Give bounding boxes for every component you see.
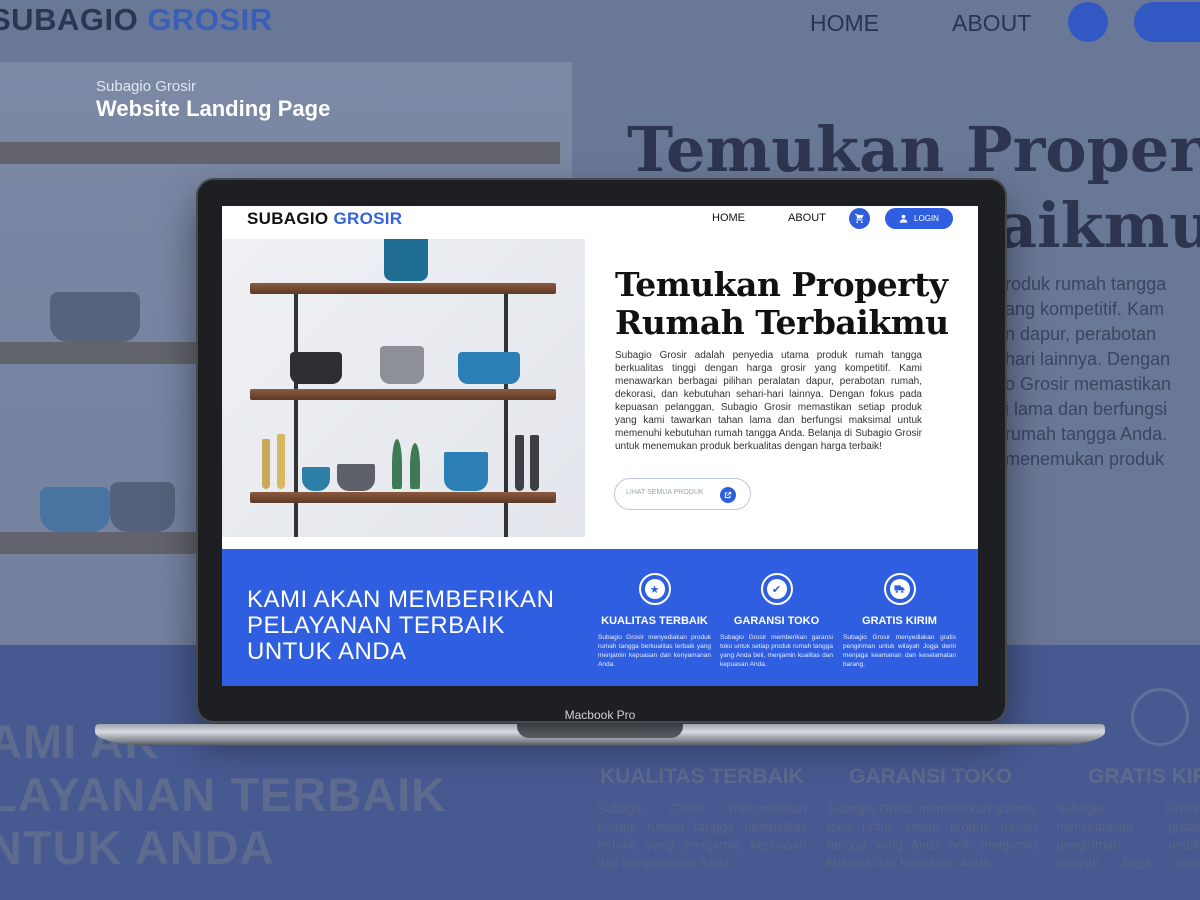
laptop-screen: SUBAGIO GROSIR HOME ABOUT LOGIN Temukan … (222, 206, 978, 686)
bowl-image (444, 452, 488, 491)
background-nav-home: HOME (810, 10, 879, 36)
brand-logo[interactable]: SUBAGIO GROSIR (247, 209, 402, 229)
plant-image (410, 443, 420, 489)
cta-label: LIHAT SEMUA PRODUK (626, 489, 704, 496)
cart-button[interactable] (849, 208, 870, 229)
feature-free-shipping: GRATIS KIRIM Subagio Grosir menyediakan … (843, 573, 956, 669)
background-feature-text: Subagio Grosir menyediakan gratis pengir… (1056, 801, 1200, 870)
teapot-image (384, 239, 428, 281)
background-nav-about: ABOUT (952, 10, 1032, 36)
background-feature-title: GRATIS KIRIM (1088, 765, 1200, 788)
shelf (250, 389, 556, 400)
background-brand: SUBAGIO GROSIR (0, 2, 273, 37)
feature-text: Subagio Grosir menyediakan gratis pengir… (843, 634, 956, 668)
external-link-icon (720, 487, 736, 503)
background-bowl (110, 482, 175, 532)
nav-home-link[interactable]: HOME (712, 212, 745, 224)
bowl-image (337, 464, 375, 491)
cart-icon (854, 213, 864, 224)
background-truck-icon (1131, 688, 1189, 746)
background-feature-title: GARANSI TOKO (849, 765, 1012, 788)
background-feature-title: KUALITAS TERBAIK (600, 765, 804, 788)
feature-quality: ★ KUALITAS TERBAIK Subagio Grosir menyed… (598, 573, 711, 669)
background-hero-text: roduk rumah tangga ang kompetitif. Kam n… (1005, 274, 1172, 469)
check-icon: ✔ (760, 573, 793, 605)
services-heading: KAMI AKAN MEMBERIKAN PELAYANAN TERBAIK U… (247, 586, 555, 665)
pepper-mill-image (530, 435, 539, 491)
laptop-label: Macbook Pro (564, 708, 636, 722)
feature-text: Subagio Grosir memberikan garansi toko u… (720, 634, 833, 668)
bowl-image (302, 467, 330, 491)
project-subtitle: Subagio Grosir (96, 78, 197, 95)
hero-title: Temukan Property Rumah Terbaikmu (615, 265, 949, 342)
background-feature-text: Subagio Grosir memberikan garansi toko u… (827, 801, 1037, 870)
shelf (250, 283, 556, 294)
feature-warranty: ✔ GARANSI TOKO Subagio Grosir memberikan… (720, 573, 833, 669)
laptop-notch (517, 724, 683, 738)
nav-about-link[interactable]: ABOUT (788, 212, 826, 224)
pot-image (380, 346, 424, 384)
services-band: KAMI AKAN MEMBERIKAN PELAYANAN TERBAIK U… (222, 549, 978, 686)
bottle-image (277, 434, 285, 489)
plant-image (392, 439, 402, 489)
background-bowl (40, 487, 110, 532)
login-label: LOGIN (914, 214, 939, 223)
background-pot (50, 292, 140, 342)
shelf (250, 492, 556, 503)
bottle-image (262, 439, 270, 489)
feature-title: GRATIS KIRIM (862, 615, 937, 627)
pepper-mill-image (515, 435, 524, 491)
navbar: SUBAGIO GROSIR HOME ABOUT LOGIN (222, 206, 978, 239)
pot-image (458, 352, 520, 384)
feature-title: KUALITAS TERBAIK (601, 615, 708, 627)
background-cart-button (1068, 2, 1108, 42)
background-feature-text: Subagio Grosir menyediakan produk rumah … (597, 801, 807, 870)
truck-icon (883, 573, 916, 605)
background-login-button (1134, 2, 1200, 42)
background-shelf (0, 142, 560, 164)
feature-title: GARANSI TOKO (733, 615, 820, 627)
user-icon (899, 214, 908, 223)
shelf-bracket (504, 503, 508, 537)
shelf-bracket (294, 400, 298, 495)
pot-image (290, 352, 342, 384)
hero-image (222, 239, 585, 537)
login-button[interactable]: LOGIN (885, 208, 953, 229)
feature-text: Subagio Grosir menyediakan produk rumah … (598, 634, 711, 668)
project-title: Website Landing Page (96, 96, 331, 121)
shelf-bracket (294, 503, 298, 537)
shelf-bracket (504, 400, 508, 495)
star-icon: ★ (638, 573, 671, 605)
view-all-products-button[interactable]: LIHAT SEMUA PRODUK (614, 478, 751, 510)
hero-description: Subagio Grosir adalah penyedia utama pro… (615, 350, 922, 452)
